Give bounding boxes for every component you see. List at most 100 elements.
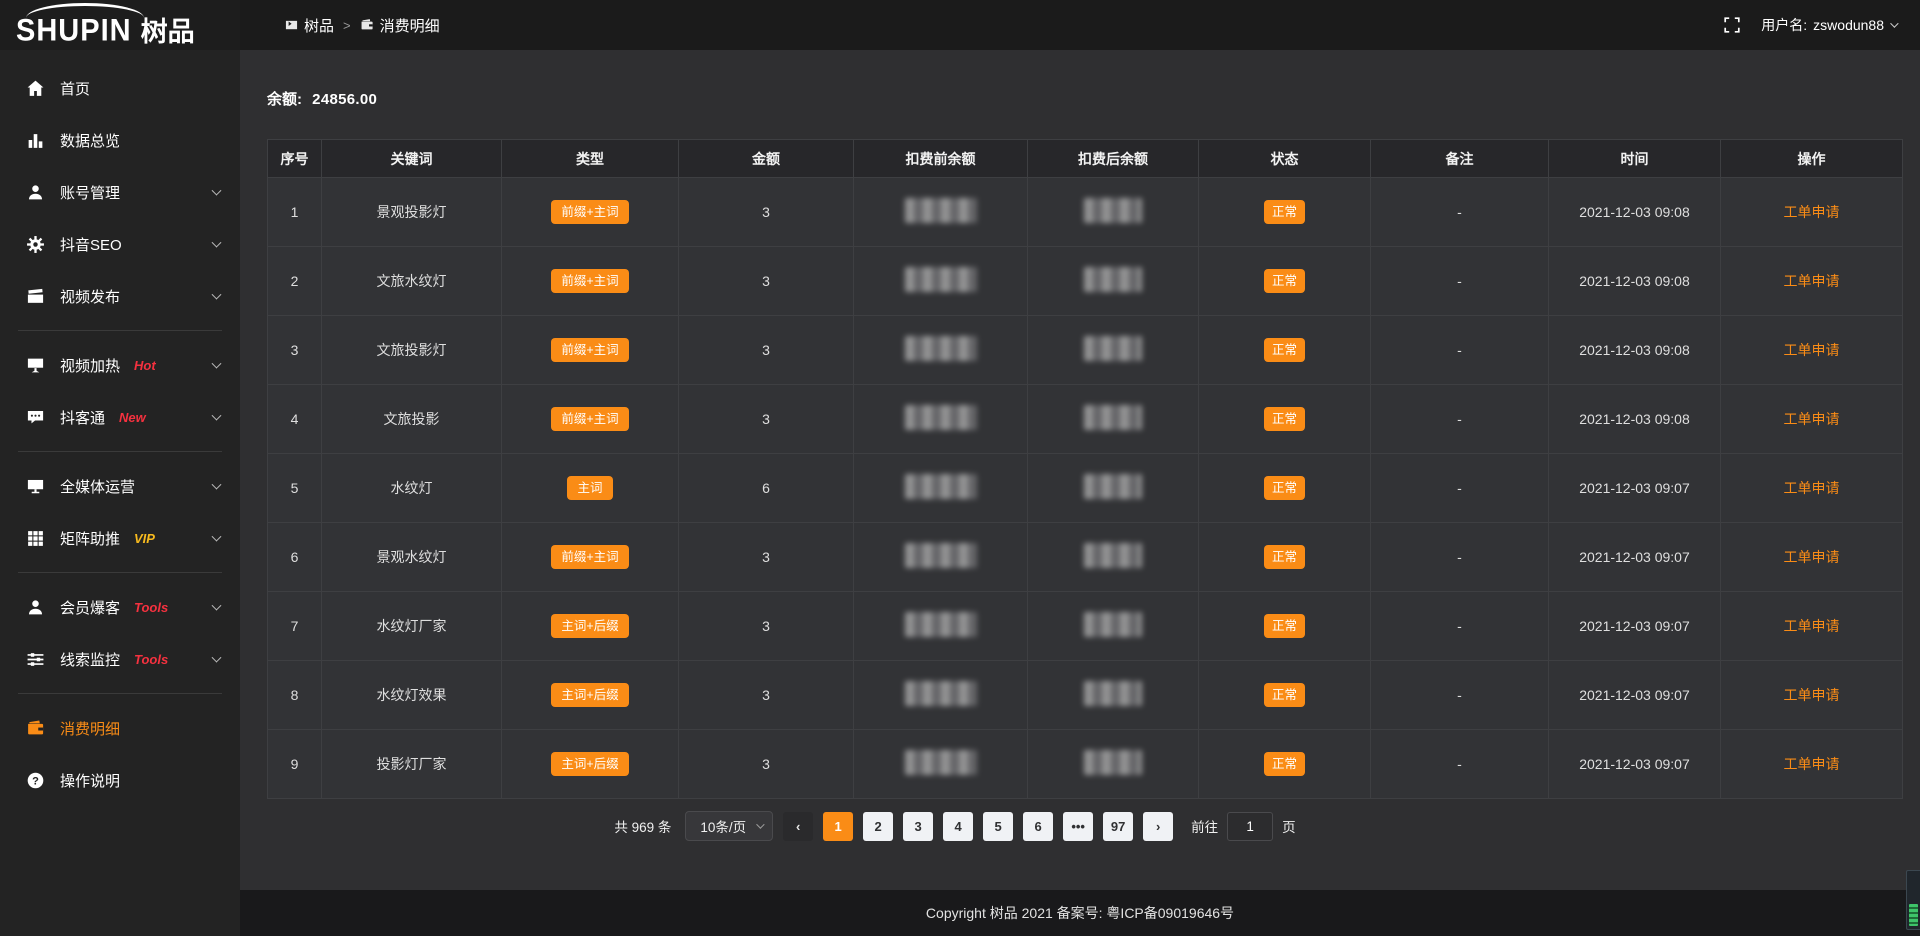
breadcrumb-current[interactable]: 消费明细: [360, 15, 440, 36]
page-button-2[interactable]: 2: [863, 812, 893, 841]
remark-cell: -: [1371, 730, 1549, 799]
page-button-3[interactable]: 3: [903, 812, 933, 841]
table-row: 5 水纹灯 主词 6 正常 - 2021-12-03 09:07 工单申请: [268, 454, 1903, 523]
brand-logo[interactable]: SHUPIN 树品: [0, 0, 240, 50]
redacted-balance-before: [905, 474, 977, 499]
sidebar-item-lead-monitoring[interactable]: 线索监控 Tools: [0, 633, 240, 685]
type-badge: 前缀+主词: [551, 545, 628, 570]
topbar-right: 用户名: zswodun88: [1723, 15, 1896, 35]
sidebar-item-video-heating[interactable]: 视频加热 Hot: [0, 339, 240, 391]
page-button-5[interactable]: 5: [983, 812, 1013, 841]
sidebar-item-consumption-detail[interactable]: 消费明细: [0, 702, 240, 754]
redacted-balance-after: [1084, 681, 1142, 706]
status-badge: 正常: [1264, 338, 1305, 363]
topbar: 树品 > 消费明细 用户名: zswodun88: [240, 0, 1920, 50]
redacted-balance-after: [1084, 474, 1142, 499]
main-content: 余额: 24856.00 序号 关键词 类型 金额 扣费前余额 扣费后余额 状态…: [240, 50, 1920, 890]
table-row: 8 水纹灯效果 主词+后缀 3 正常 - 2021-12-03 09:07 工单…: [268, 661, 1903, 730]
page-ellipsis-button[interactable]: •••: [1063, 812, 1093, 841]
remark-cell: -: [1371, 316, 1549, 385]
scroll-widget[interactable]: [1906, 870, 1920, 930]
status-badge: 正常: [1264, 683, 1305, 708]
chevron-down-icon: [212, 653, 222, 663]
page-button-1[interactable]: 1: [823, 812, 853, 841]
redacted-balance-before: [905, 336, 977, 361]
page-button-4[interactable]: 4: [943, 812, 973, 841]
chat-bubble-icon: [26, 408, 45, 427]
sidebar-item-label: 抖音SEO: [60, 234, 122, 255]
sidebar-item-matrix-boost[interactable]: 矩阵助推 VIP: [0, 512, 240, 564]
question-circle-icon: ?: [26, 771, 45, 790]
table-header-row: 序号 关键词 类型 金额 扣费前余额 扣费后余额 状态 备注 时间 操作: [268, 140, 1903, 178]
row-index: 4: [268, 385, 322, 454]
prev-page-button[interactable]: ‹: [783, 812, 813, 841]
work-order-link[interactable]: 工单申请: [1784, 273, 1840, 289]
redacted-balance-after: [1084, 336, 1142, 361]
wallet-icon: [360, 18, 374, 32]
sidebar-item-label: 视频发布: [60, 286, 120, 307]
keyword-cell: 水纹灯厂家: [322, 592, 502, 661]
next-page-button[interactable]: ›: [1143, 812, 1173, 841]
username-value: zswodun88: [1813, 17, 1884, 33]
amount-cell: 3: [679, 661, 854, 730]
breadcrumb: 树品 > 消费明细: [285, 15, 440, 36]
sidebar-item-label: 账号管理: [60, 182, 120, 203]
amount-cell: 3: [679, 730, 854, 799]
work-order-link[interactable]: 工单申请: [1784, 204, 1840, 220]
row-index: 3: [268, 316, 322, 385]
sidebar-item-account-management[interactable]: 账号管理: [0, 166, 240, 218]
time-cell: 2021-12-03 09:07: [1549, 523, 1721, 592]
work-order-link[interactable]: 工单申请: [1784, 549, 1840, 565]
redacted-balance-after: [1084, 267, 1142, 292]
status-badge: 正常: [1264, 476, 1305, 501]
redacted-balance-after: [1084, 198, 1142, 223]
chevron-down-icon: [212, 601, 222, 611]
sidebar-item-instructions[interactable]: ? 操作说明: [0, 754, 240, 806]
sidebar-item-doukertong[interactable]: 抖客通 New: [0, 391, 240, 443]
work-order-link[interactable]: 工单申请: [1784, 342, 1840, 358]
page-button-6[interactable]: 6: [1023, 812, 1053, 841]
sidebar-item-douyin-seo[interactable]: 抖音SEO: [0, 218, 240, 270]
user-menu[interactable]: 用户名: zswodun88: [1761, 15, 1896, 35]
work-order-link[interactable]: 工单申请: [1784, 756, 1840, 772]
home-icon: [26, 79, 45, 98]
page-button-97[interactable]: 97: [1103, 812, 1133, 841]
sidebar-item-label: 消费明细: [60, 718, 120, 739]
screen-cast-icon: [26, 356, 45, 375]
sidebar-item-data-overview[interactable]: 数据总览: [0, 114, 240, 166]
col-status: 状态: [1199, 140, 1371, 178]
amount-cell: 6: [679, 454, 854, 523]
sidebar-item-video-publish[interactable]: 视频发布: [0, 270, 240, 322]
sidebar-item-label: 线索监控: [60, 649, 120, 670]
sidebar-item-label: 抖客通: [60, 407, 105, 428]
type-badge: 前缀+主词: [551, 269, 628, 294]
col-index: 序号: [268, 140, 322, 178]
row-index: 1: [268, 178, 322, 247]
keyword-cell: 景观投影灯: [322, 178, 502, 247]
sidebar-item-home[interactable]: 首页: [0, 62, 240, 114]
bar-chart-icon: [26, 131, 45, 150]
time-cell: 2021-12-03 09:08: [1549, 316, 1721, 385]
work-order-link[interactable]: 工单申请: [1784, 618, 1840, 634]
work-order-link[interactable]: 工单申请: [1784, 411, 1840, 427]
status-badge: 正常: [1264, 614, 1305, 639]
goto-page-input[interactable]: [1227, 812, 1273, 841]
page-size-select[interactable]: 10条/页: [685, 811, 773, 841]
breadcrumb-root[interactable]: 树品: [285, 15, 334, 36]
type-badge: 主词+后缀: [551, 752, 628, 777]
redacted-balance-after: [1084, 543, 1142, 568]
amount-cell: 3: [679, 592, 854, 661]
svg-text:?: ?: [32, 775, 39, 787]
goto-unit: 页: [1282, 816, 1296, 836]
sidebar-item-member-baoke[interactable]: 会员爆客 Tools: [0, 581, 240, 633]
redacted-balance-after: [1084, 405, 1142, 430]
row-index: 8: [268, 661, 322, 730]
sidebar-item-omni-media[interactable]: 全媒体运营: [0, 460, 240, 512]
work-order-link[interactable]: 工单申请: [1784, 687, 1840, 703]
work-order-link[interactable]: 工单申请: [1784, 480, 1840, 496]
row-index: 9: [268, 730, 322, 799]
keyword-cell: 文旅水纹灯: [322, 247, 502, 316]
type-badge: 主词+后缀: [551, 614, 628, 639]
redacted-balance-before: [905, 198, 977, 223]
fullscreen-icon[interactable]: [1723, 16, 1741, 34]
